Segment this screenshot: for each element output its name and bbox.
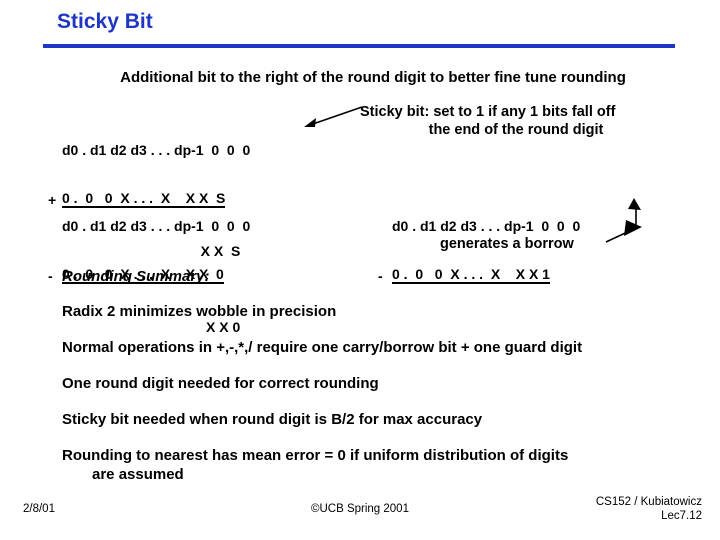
lead-statement: Additional bit to the right of the round… [120,69,626,86]
borrow-operand-bottom: 0 . 0 0 X . . . X X X 1 [392,266,550,284]
summary-item: Normal operations in +,-,*,/ require one… [62,339,583,356]
footer-course-info: CS152 / Kubiatowicz Lec7.12 [596,495,702,523]
addition-operand-top: d0 . d1 d2 d3 . . . dp-1 0 0 0 [62,142,251,158]
subtraction-result: X X 0 [206,319,241,335]
subtraction-operand-top-row: d0 . d1 d2 d3 . . . dp-1 0 0 0 [48,218,250,234]
summary-heading: Rounding Summary: [62,268,210,285]
summary-item: Rounding to nearest has mean error = 0 i… [62,446,692,484]
summary-item: Radix 2 minimizes wobble in precision [62,303,337,320]
borrow-caption: generates a borrow [440,236,574,252]
addition-operand-top-row: d0 . d1 d2 d3 . . . dp-1 0 0 0 [48,142,250,158]
footer-lecture: Lec7.12 [661,510,702,522]
summary-item: Sticky bit needed when round digit is B/… [62,411,483,428]
sticky-callout-line-2: the end of the round digit [428,122,604,138]
borrow-arrow-icon [605,198,642,243]
summary-item-line-1: Rounding to nearest has mean error = 0 i… [62,447,569,464]
borrow-operand-top-row: d0 . d1 d2 d3 . . . dp-1 0 0 0 [378,218,580,234]
borrow-operator: - [378,268,383,284]
footer-course: CS152 / Kubiatowicz [595,496,702,508]
borrow-operand-top: d0 . d1 d2 d3 . . . dp-1 0 0 0 [392,218,581,234]
subtraction-operator: - [48,268,53,284]
borrow-operand-bottom-row: - 0 . 0 0 X . . . X X X 1 [378,266,580,284]
title-underline-rule [43,44,675,48]
page-title: Sticky Bit [57,10,153,33]
subtraction-operand-top: d0 . d1 d2 d3 . . . dp-1 0 0 0 [62,218,251,234]
summary-item: One round digit needed for correct round… [62,375,379,392]
sticky-callout-line-1: Sticky bit: set to 1 if any 1 bits fall … [360,104,616,120]
sticky-bit-arrow-icon [304,106,363,127]
sticky-bit-callout: Sticky bit: set to 1 if any 1 bits fall … [360,103,690,139]
summary-item-line-2: are assumed [92,466,184,483]
